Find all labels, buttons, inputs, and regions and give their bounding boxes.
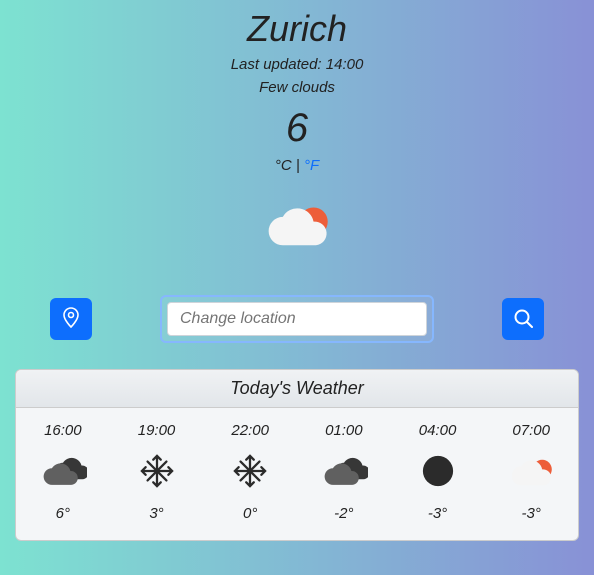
forecast-time: 04:00 (419, 422, 457, 439)
location-input[interactable] (167, 302, 427, 336)
forecast-slot: 16:00 6° (16, 408, 110, 540)
pin-icon (61, 307, 81, 332)
forecast-slot: 07:00 -3° (484, 408, 578, 540)
weather-description: Few clouds (259, 79, 335, 96)
city-name: Zurich (247, 8, 347, 50)
last-updated: Last updated: 14:00 (231, 56, 364, 73)
forecast-temp: -3° (522, 505, 541, 522)
forecast-slot: 01:00 -2° (297, 408, 391, 540)
forecast-slot: 04:00 -3° (391, 408, 485, 540)
forecast-temp: -2° (334, 505, 353, 522)
forecast-icon (233, 453, 267, 489)
current-weather-icon (261, 198, 333, 255)
search-icon (513, 308, 533, 331)
forecast-time: 01:00 (325, 422, 363, 439)
unit-celsius[interactable]: °C (275, 157, 292, 174)
forecast-title: Today's Weather (16, 370, 578, 408)
search-input-wrap (160, 295, 434, 343)
forecast-time: 07:00 (512, 422, 550, 439)
forecast-icon (421, 453, 455, 489)
search-button[interactable] (502, 298, 544, 340)
forecast-card: Today's Weather 16:00 6° 19:00 3° 22:00 0° 01:… (15, 369, 579, 541)
forecast-slot: 19:00 3° (110, 408, 204, 540)
current-temperature: 6 (286, 106, 308, 151)
unit-separator: | (292, 157, 304, 174)
geolocate-button[interactable] (50, 298, 92, 340)
forecast-temp: 6° (56, 505, 70, 522)
forecast-slot: 22:00 0° (203, 408, 297, 540)
forecast-icon (39, 453, 87, 489)
forecast-time: 19:00 (138, 422, 176, 439)
unit-fahrenheit[interactable]: °F (304, 157, 319, 174)
forecast-icon (320, 453, 368, 489)
forecast-temp: -3° (428, 505, 447, 522)
forecast-temp: 3° (149, 505, 163, 522)
forecast-time: 22:00 (231, 422, 269, 439)
unit-toggle: °C | °F (275, 157, 319, 174)
forecast-icon (140, 453, 174, 489)
forecast-temp: 0° (243, 505, 257, 522)
forecast-time: 16:00 (44, 422, 82, 439)
forecast-icon (507, 453, 555, 489)
